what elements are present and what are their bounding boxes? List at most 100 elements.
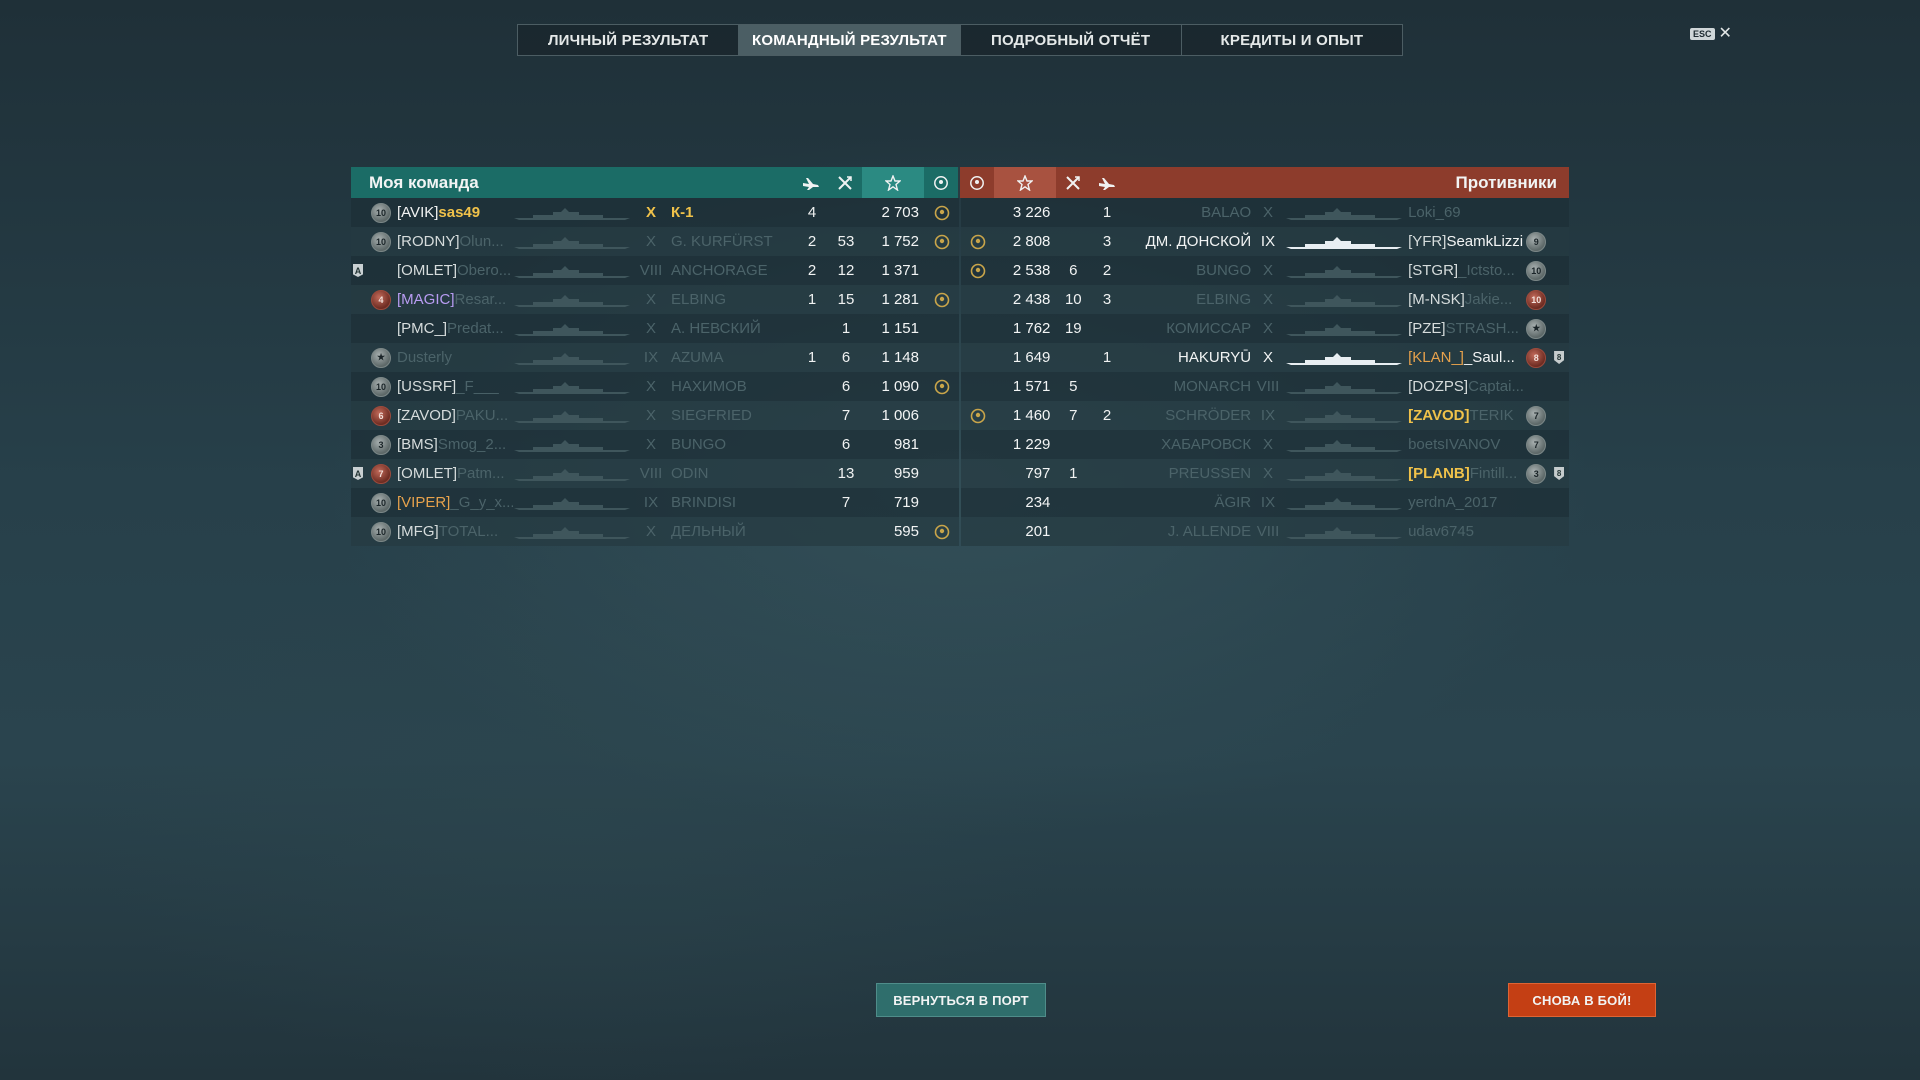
player-cell: [OMLET] Obero... xyxy=(397,256,513,285)
enemy-team-row[interactable]: 797 1 PREUSSEN X [PLANB] Fintill... 3 8 xyxy=(961,459,1569,488)
enemy-kills-column-header[interactable] xyxy=(1056,167,1090,198)
badge-cell: 7 xyxy=(1523,430,1549,459)
my-team-row[interactable]: 10 [MFG] TOTAL... X ДЕЛЬНЫЙ 595 xyxy=(351,517,959,546)
mark-cell xyxy=(351,285,365,314)
badge-cell: 10 xyxy=(1523,256,1549,285)
enemy-planes-column-header[interactable] xyxy=(1090,167,1124,198)
enemy-team-row[interactable]: 1 460 7 2 SCHRÖDER IX [ZAVOD] TERIK 7 xyxy=(961,401,1569,430)
ship-tier: X xyxy=(645,407,656,424)
clan-tag: [ZAVOD] xyxy=(1408,407,1470,424)
laurel-icon xyxy=(970,175,984,190)
rank-badge-icon: 10 xyxy=(371,521,391,542)
return-to-port-button[interactable]: ВЕРНУТЬСЯ В ПОРТ xyxy=(876,983,1046,1017)
planes-value xyxy=(1090,314,1124,343)
badge-cell xyxy=(1523,488,1549,517)
planes-value xyxy=(795,372,829,401)
rank-badge-icon: 10 xyxy=(1526,260,1547,281)
kills-value: 6 xyxy=(841,378,851,395)
badge-cell xyxy=(365,256,397,285)
ship-tier: X xyxy=(1263,262,1274,279)
close-icon[interactable]: ✕ xyxy=(1719,26,1732,42)
rank-badge-icon: 7 xyxy=(371,463,391,484)
ship-tier: X xyxy=(1263,320,1274,337)
division-cell xyxy=(1549,430,1569,459)
ship-name: BRINDISI xyxy=(671,494,737,511)
ship-name: ELBING xyxy=(1196,291,1252,308)
kills-value: 6 xyxy=(841,436,851,453)
ship-silhouette-icon xyxy=(513,409,631,423)
my-team-row[interactable]: A [OMLET] Obero... VIII ANCHORAGE 2 12 1 371 xyxy=(351,256,959,285)
battle-again-button[interactable]: СНОВА В БОЙ! xyxy=(1508,983,1656,1017)
award-cell xyxy=(961,256,995,285)
planes-value xyxy=(1090,517,1124,546)
my-team-row[interactable]: 10 [VIPER] _G_y_x... IX BRINDISI 7 719 xyxy=(351,488,959,517)
score-value: 719 xyxy=(893,494,919,511)
my-team-row[interactable]: 6 [ZAVOD] PAKU... X SIEGFRIED 7 1 006 xyxy=(351,401,959,430)
kills-value xyxy=(829,517,863,546)
ship-tier: X xyxy=(645,320,656,337)
awards-column-header[interactable] xyxy=(924,167,958,198)
my-team-row[interactable]: 10 [RODNY] Olun... X G. KURFÜRST 2 53 1 752 xyxy=(351,227,959,256)
planes-column-header[interactable] xyxy=(794,167,828,198)
ship-silhouette-cell xyxy=(1285,314,1408,343)
player-cell: boetsIVANOV xyxy=(1408,430,1523,459)
close-control[interactable]: ESC ✕ xyxy=(1690,26,1732,42)
my-team-row[interactable]: 10 [AVIK] sas49 X К-1 4 2 703 xyxy=(351,198,959,227)
my-team-row[interactable]: 10 [USSRF] _F___ X НАХИМОВ 6 1 090 xyxy=(351,372,959,401)
player-name: TERIK xyxy=(1469,407,1514,424)
clan-tag: [M-NSK] xyxy=(1408,291,1465,308)
enemy-awards-column-header[interactable] xyxy=(960,167,994,198)
ship-name: AZUMA xyxy=(671,349,724,366)
clan-tag: [PZE] xyxy=(1408,320,1446,337)
my-team-row[interactable]: A 7 [OMLET] Patm... VIII ODIN 13 959 xyxy=(351,459,959,488)
tab-1[interactable]: ЛИЧНЫЙ РЕЗУЛЬТАТ xyxy=(518,25,740,55)
ship-silhouette-cell xyxy=(1285,488,1408,517)
clan-tag: [OMLET] xyxy=(397,262,458,279)
table-row: 3 [BMS] Smog_2... X BUNGO 6 981 1 229 ХАБАРОВСК X… xyxy=(351,430,1569,459)
enemy-team-row[interactable]: 1 571 5 MONARCH VIII [DOZPS] Captai... xyxy=(961,372,1569,401)
ship-name: PREUSSEN xyxy=(1168,465,1252,482)
player-name: Smog_2... xyxy=(437,436,507,453)
table-row: ★ Dusterly IX AZUMA 1 6 1 148 1 649 1 HAKURYŪ X [KL… xyxy=(351,343,1569,372)
enemy-team-header: Противники xyxy=(960,167,1569,198)
enemy-team-row[interactable]: 234 ÄGIR IX yerdnA_2017 xyxy=(961,488,1569,517)
enemy-score-column-header[interactable] xyxy=(994,167,1056,198)
plane-icon xyxy=(1099,177,1115,190)
rank-badge-icon: 9 xyxy=(1526,231,1547,252)
tab-3[interactable]: ПОДРОБНЫЙ ОТЧЁТ xyxy=(961,25,1182,55)
clan-tag: [VIPER] xyxy=(397,494,451,511)
award-cell xyxy=(925,401,959,430)
player-name: Dusterly xyxy=(397,349,453,366)
my-team-row[interactable]: [PMC_] Predat... X А. НЕВСКИЙ 1 1 151 xyxy=(351,314,959,343)
ship-name: ANCHORAGE xyxy=(671,262,768,279)
player-cell: Loki_69 xyxy=(1408,198,1523,227)
player-cell: [MFG] TOTAL... xyxy=(397,517,513,546)
ship-tier: IX xyxy=(1260,407,1276,424)
my-team-row[interactable]: 3 [BMS] Smog_2... X BUNGO 6 981 xyxy=(351,430,959,459)
player-name: _G_y_x... xyxy=(450,494,513,511)
enemy-team-row[interactable]: 2 438 10 3 ELBING X [M-NSK] Jakie... 10 xyxy=(961,285,1569,314)
badge-cell: ★ xyxy=(1523,314,1549,343)
table-row: 10 [AVIK] sas49 X К-1 4 2 703 3 226 1 BALAO X Loki_… xyxy=(351,198,1569,227)
score-column-header[interactable] xyxy=(862,167,924,198)
mark-cell: A xyxy=(351,256,365,285)
kills-value: 6 xyxy=(1069,262,1078,279)
planes-value: 4 xyxy=(807,204,817,221)
ship-tier: IX xyxy=(1260,494,1276,511)
enemy-team-row[interactable]: 201 J. ALLENDE VIII udav6745 xyxy=(961,517,1569,546)
enemy-team-row[interactable]: 1 229 ХАБАРОВСК XboetsIVANOV 7 xyxy=(961,430,1569,459)
mark-cell xyxy=(351,517,365,546)
my-team-row[interactable]: 4 [MAGIC] Resar... X ELBING 1 15 1 281 xyxy=(351,285,959,314)
enemy-team-row[interactable]: 1 649 1 HAKURYŪ X [KLAN_] _Saul... 8 8 xyxy=(961,343,1569,372)
tab-4[interactable]: КРЕДИТЫ И ОПЫТ xyxy=(1182,25,1402,55)
my-team-row[interactable]: ★ Dusterly IX AZUMA 1 6 1 148 xyxy=(351,343,959,372)
player-cell: [VIPER] _G_y_x... xyxy=(397,488,513,517)
kills-column-header[interactable] xyxy=(828,167,862,198)
enemy-team-row[interactable]: 2 808 3 ДМ. ДОНСКОЙ IX [YFR] SeamkLizzi 9 xyxy=(961,227,1569,256)
enemy-team-row[interactable]: 2 538 6 2 BUNGO X [STGR] _Ictsto... 10 xyxy=(961,256,1569,285)
score-value: 797 xyxy=(1025,465,1051,482)
tab-2[interactable]: КОМАНДНЫЙ РЕЗУЛЬТАТ xyxy=(739,25,961,55)
ship-silhouette-icon xyxy=(513,322,631,336)
enemy-team-row[interactable]: 3 226 1 BALAO X Loki_69 xyxy=(961,198,1569,227)
enemy-team-row[interactable]: 1 762 19 КОМИССАР X [PZE] STRASH... ★ xyxy=(961,314,1569,343)
